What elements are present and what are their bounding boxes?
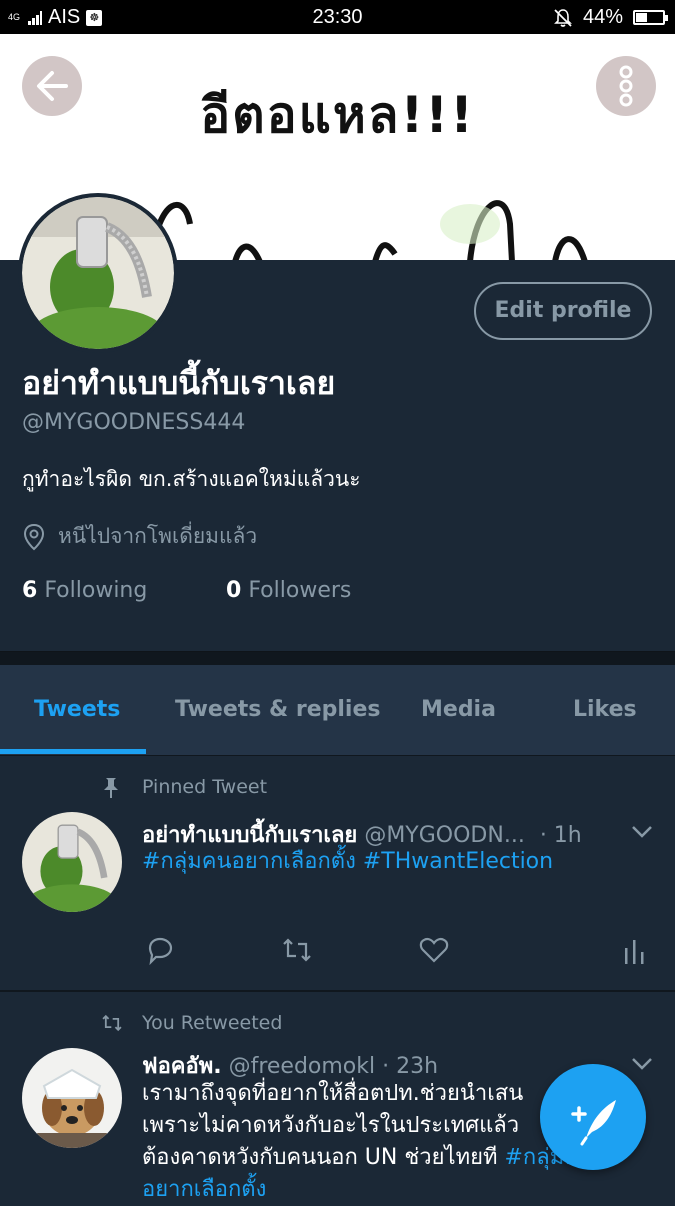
mute-bell-icon [554,8,572,27]
back-arrow-icon [37,71,68,101]
follow-counts: 6 Following 0 Followers [22,578,351,603]
chevron-down-icon[interactable] [630,824,654,840]
edit-profile-button[interactable]: Edit profile [474,282,652,340]
status-bar: 4G AIS ☸ 23:30 44% [0,0,675,34]
retweet-icon[interactable] [280,934,314,966]
tweet-line-text: ต้องคาดหวังกับคนนอก UN ช่วยไทยที [142,1145,498,1170]
followers-label: Followers [248,578,352,603]
avatar-image [22,812,122,912]
analytics-icon[interactable] [622,934,648,966]
tab-media[interactable]: Media [421,697,496,722]
hashtag-link-continued[interactable]: อยากเลือกตั้ง [142,1174,642,1206]
tweet-avatar[interactable] [22,1048,122,1148]
location-text: หนีไปจากโพเดี่ยมแล้ว [58,524,258,548]
back-button[interactable] [22,56,82,116]
active-tab-indicator [0,749,146,754]
more-options-icon [619,65,633,107]
profile-bio: กูทำอะไรผิด ขก.สร้างแอคใหม่แล้วนะ [22,467,361,491]
more-options-button[interactable] [596,56,656,116]
section-separator [0,651,675,666]
tab-tweets-replies[interactable]: Tweets & replies [175,697,381,722]
tweet-time: · 23h [382,1054,439,1079]
display-name: อย่าทำแบบนี้กับเราเลย [22,364,336,402]
following-label: Following [44,578,148,603]
tweet-author-handle: @freedomokl [228,1054,376,1079]
tab-tweets[interactable]: Tweets [34,697,120,722]
tweet-author-handle: @MYGOODN... [364,823,525,848]
followers-link[interactable]: 0 Followers [226,578,351,603]
pinned-label: Pinned Tweet [142,776,268,798]
retweeted-label: You Retweeted [142,1012,283,1034]
profile-location: หนีไปจากโพเดี่ยมแล้ว [22,520,257,553]
avatar-image [22,1048,122,1148]
battery-level-fill [636,13,647,22]
avatar-image [22,197,174,349]
tweet-text: #กลุ่มคนอยากเลือกตั้ง #THwantElection [142,846,642,878]
compose-tweet-button[interactable] [540,1064,646,1170]
reply-icon[interactable] [144,934,176,966]
hashtag-link[interactable]: #THwantElection [363,849,553,874]
tweet-actions [142,934,652,970]
tab-likes[interactable]: Likes [573,697,637,722]
profile-avatar[interactable] [18,193,178,353]
tweet-pinned[interactable]: Pinned Tweet อย่าทำแบบนี้กับเราเลย @MYGO… [0,756,675,990]
battery-icon [633,10,668,25]
tweet-time: · 1h [539,823,582,848]
followers-count: 0 [226,578,242,603]
tweet-avatar[interactable] [22,812,122,912]
like-heart-icon[interactable] [418,934,450,966]
following-count: 6 [22,578,38,603]
following-link[interactable]: 6 Following [22,578,147,603]
hashtag-link[interactable]: #กลุ่มคนอยากเลือกตั้ง [142,849,356,874]
battery-percent: 44% [582,6,623,28]
retweet-small-icon [102,1014,122,1032]
compose-feather-icon [571,1100,616,1146]
tweet-author-name: อย่าทำแบบนี้กับเราเลย [142,823,358,848]
tweet-author-name: ฟอคอัพ. [142,1054,222,1079]
location-pin-icon [23,523,45,550]
banner-text: อีตอแหล!!! [200,86,475,144]
pin-icon [104,778,118,798]
profile-tabs: Tweets Tweets & replies Media Likes [0,665,675,756]
profile-handle: @MYGOODNESS444 [22,410,246,435]
